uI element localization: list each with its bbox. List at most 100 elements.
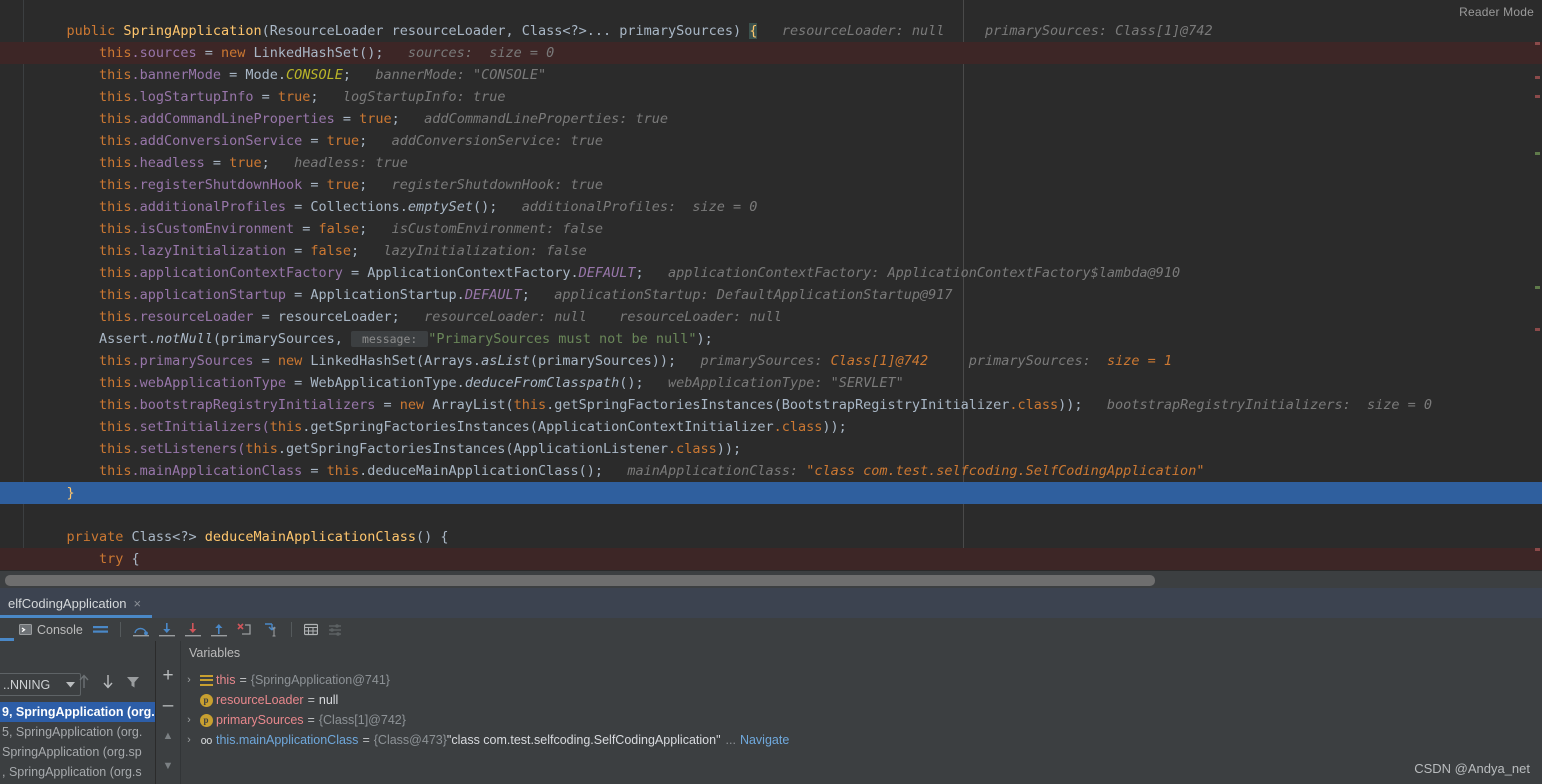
code-token: logStartupInfo: true — [318, 89, 506, 105]
code-line[interactable]: this.bannerMode = Mode.CONSOLE; bannerMo… — [0, 64, 1542, 86]
code-line[interactable]: this.mainApplicationClass = this.deduceM… — [0, 460, 1542, 482]
add-watch-button[interactable]: + — [156, 663, 180, 689]
code-line[interactable] — [0, 504, 1542, 526]
code-token: this — [99, 463, 132, 479]
code-token: "PrimarySources must not be null" — [428, 331, 697, 347]
console-icon — [19, 624, 32, 635]
code-line[interactable]: this.applicationContextFactory = Applica… — [0, 262, 1542, 284]
run-to-cursor-button[interactable] — [258, 618, 284, 641]
editor-marker[interactable] — [1535, 286, 1540, 289]
thread-selector[interactable]: ..NNING — [0, 673, 81, 696]
step-into-button[interactable] — [154, 618, 180, 641]
watches-mini-toolbar[interactable]: + – ▲ ▼ — [156, 641, 181, 784]
frame-list-item[interactable]: 9, SpringApplication (org. — [0, 702, 155, 722]
code-token: ; — [635, 265, 644, 281]
code-line[interactable]: this.lazyInitialization = false; lazyIni… — [0, 240, 1542, 262]
code-line[interactable]: public SpringApplication(ResourceLoader … — [0, 20, 1542, 42]
code-line[interactable]: this.addConversionService = true; addCon… — [0, 130, 1542, 152]
code-token: Assert. — [99, 331, 156, 347]
code-token: .headless — [131, 155, 205, 171]
variables-panel[interactable]: Variables › this = {SpringApplication@741} p… — [181, 641, 1542, 784]
drop-frame-button[interactable] — [232, 618, 258, 641]
editor-horizontal-scrollbar[interactable] — [0, 570, 1542, 589]
frame-list-item[interactable]: SpringApplication (org.sp — [0, 742, 155, 762]
toolbar-separator — [119, 622, 121, 637]
code-text: this.additionalProfiles = Collections.em… — [34, 196, 757, 218]
expand-chevron-icon[interactable]: › — [181, 734, 197, 746]
soft-wrap-toggle-button[interactable] — [88, 618, 113, 641]
code-token: additionalProfiles: size = 0 — [497, 199, 758, 215]
code-token: LinkedHashSet(Arrays. — [310, 353, 482, 369]
filter-icon[interactable] — [126, 675, 140, 689]
frame-list-item[interactable]: 5, SpringApplication (org. — [0, 722, 155, 742]
code-line[interactable]: } — [0, 482, 1542, 504]
code-token: true — [229, 155, 262, 171]
scrollbar-thumb[interactable] — [5, 575, 1155, 586]
code-token: deduceFromClasspath — [464, 375, 620, 391]
toolbar-separator-2 — [290, 622, 292, 637]
editor-marker[interactable] — [1535, 76, 1540, 79]
tab-selfcodingapplication[interactable]: elfCodingApplication × — [0, 588, 149, 618]
close-icon[interactable]: × — [134, 597, 142, 610]
code-line[interactable]: this.headless = true; headless: true — [0, 152, 1542, 174]
move-down-button[interactable]: ▼ — [156, 753, 180, 779]
move-up-button[interactable]: ▲ — [156, 723, 180, 749]
debugger-toolbar[interactable]: Console — [0, 618, 1542, 641]
code-line[interactable]: this.webApplicationType = WebApplication… — [0, 372, 1542, 394]
navigate-link[interactable]: Navigate — [740, 733, 789, 747]
code-line[interactable]: try { — [0, 548, 1542, 570]
code-text: this.sources = new LinkedHashSet(); sour… — [34, 42, 554, 64]
variable-row[interactable]: p resourceLoader = null — [181, 690, 1542, 710]
variable-row[interactable]: › p primarySources = {Class[1]@742} — [181, 710, 1542, 730]
code-line[interactable]: this.additionalProfiles = Collections.em… — [0, 196, 1542, 218]
variable-equals: = — [307, 693, 315, 707]
editor-marker[interactable] — [1535, 152, 1540, 155]
console-tab-button[interactable]: Console — [14, 618, 88, 641]
reader-mode-label[interactable]: Reader Mode — [1459, 5, 1534, 19]
frames-panel[interactable]: ..NNING 9, SpringApplication (org. 5, Spr… — [0, 641, 155, 784]
expand-chevron-icon[interactable]: › — [181, 714, 197, 726]
step-over-button[interactable] — [128, 618, 154, 641]
code-line[interactable]: this.registerShutdownHook = true; regist… — [0, 174, 1542, 196]
code-token: (); — [472, 199, 498, 215]
code-token: .addConversionService — [131, 133, 303, 149]
code-line[interactable]: this.setListeners(this.getSpringFactorie… — [0, 438, 1542, 460]
frames-up-icon[interactable] — [78, 674, 90, 689]
editor-marker-strip[interactable] — [1530, 0, 1542, 570]
code-line[interactable]: this.applicationStartup = ApplicationSta… — [0, 284, 1542, 306]
code-line[interactable]: this.resourceLoader = resourceLoader; re… — [0, 306, 1542, 328]
variable-row[interactable]: › oo this.mainApplicationClass = {Class@473}… — [181, 730, 1542, 750]
code-line[interactable]: this.setInitializers(this.getSpringFacto… — [0, 416, 1542, 438]
code-line[interactable]: this.addCommandLineProperties = true; ad… — [0, 108, 1542, 130]
code-token: addCommandLineProperties: true — [399, 111, 669, 127]
code-text: Assert.notNull(primarySources, message: … — [34, 328, 713, 350]
force-step-into-button[interactable] — [180, 618, 206, 641]
code-line[interactable]: this.isCustomEnvironment = false; isCust… — [0, 218, 1542, 240]
code-line[interactable]: this.bootstrapRegistryInitializers = new… — [0, 394, 1542, 416]
field-icon: p — [197, 693, 215, 707]
code-line[interactable]: this.logStartupInfo = true; logStartupIn… — [0, 86, 1542, 108]
code-line[interactable]: private Class<?> deduceMainApplicationCl… — [0, 526, 1542, 548]
frames-down-icon[interactable] — [102, 674, 114, 689]
code-line[interactable]: Assert.notNull(primarySources, message: … — [0, 328, 1542, 350]
code-line[interactable]: this.primarySources = new LinkedHashSet(… — [0, 350, 1542, 372]
code-editor[interactable]: public SpringApplication(ResourceLoader … — [0, 0, 1542, 570]
idea-debugger-window: public SpringApplication(ResourceLoader … — [0, 0, 1542, 784]
code-token: asList — [481, 353, 530, 369]
editor-marker[interactable] — [1535, 548, 1540, 551]
run-tab-strip[interactable]: elfCodingApplication × — [0, 588, 1542, 618]
code-line[interactable]: this.sources = new LinkedHashSet(); sour… — [0, 42, 1542, 64]
expand-chevron-icon[interactable]: › — [181, 674, 197, 686]
editor-marker[interactable] — [1535, 328, 1540, 331]
evaluate-expression-button[interactable] — [299, 618, 323, 641]
frame-list-item[interactable]: , SpringApplication (org.s — [0, 762, 155, 782]
code-token: new — [399, 397, 433, 413]
editor-marker[interactable] — [1535, 42, 1540, 45]
code-token: .isCustomEnvironment — [131, 221, 295, 237]
step-out-button[interactable] — [206, 618, 232, 641]
editor-marker[interactable] — [1535, 95, 1540, 98]
layout-settings-button[interactable] — [323, 618, 347, 641]
variable-row[interactable]: › this = {SpringApplication@741} — [181, 670, 1542, 690]
remove-watch-button[interactable]: – — [156, 693, 180, 719]
code-token: this — [99, 309, 132, 325]
